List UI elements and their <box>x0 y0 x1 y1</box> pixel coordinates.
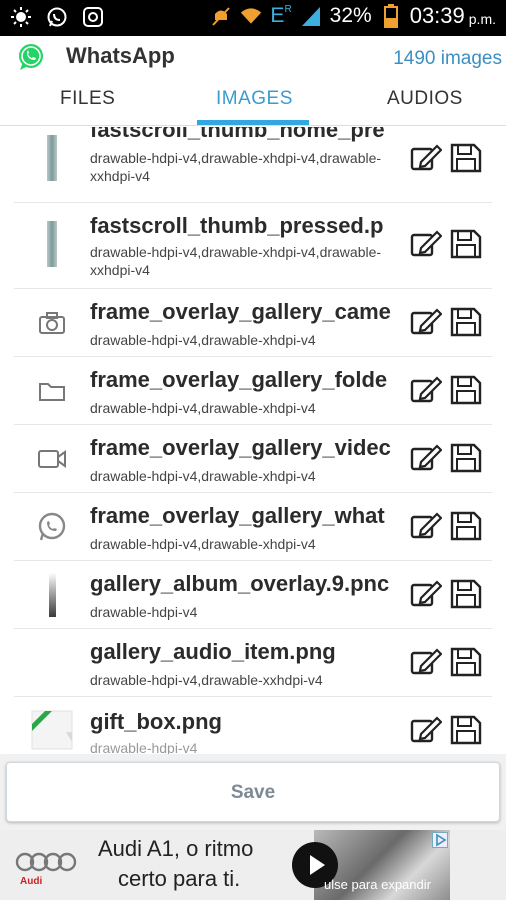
save-file-icon[interactable] <box>450 511 482 541</box>
instagram-icon <box>82 6 104 28</box>
list-item[interactable]: gift_box.png drawable-hdpi-v4 <box>14 697 492 754</box>
list-item[interactable]: frame_overlay_gallery_folde drawable-hdp… <box>14 357 492 425</box>
image-count: 1490 images <box>393 48 502 69</box>
file-name: frame_overlay_gallery_what <box>90 503 385 528</box>
file-name: fastscroll_thumb_pressed.p <box>90 213 384 238</box>
list-item[interactable]: frame_overlay_gallery_came drawable-hdpi… <box>14 289 492 357</box>
save-file-icon[interactable] <box>450 143 482 173</box>
file-dirs: drawable-hdpi-v4 <box>90 604 198 620</box>
mute-icon <box>210 5 232 27</box>
gradient-bar-icon <box>28 571 76 619</box>
tab-files[interactable]: FILES <box>60 88 115 110</box>
file-name: frame_overlay_gallery_folde <box>90 367 388 392</box>
battery-percent: 32% <box>329 4 372 27</box>
brightness-icon <box>10 6 32 28</box>
file-dirs: drawable-hdpi-v4,drawable-xhdpi-v4,drawa… <box>90 244 382 278</box>
clock-time: 03:39 <box>409 3 465 28</box>
edit-icon[interactable] <box>410 647 443 677</box>
network-type: E R <box>270 4 291 28</box>
tab-audios[interactable]: AUDIOS <box>387 88 463 110</box>
list-item[interactable]: gallery_album_overlay.9.pnc drawable-hdp… <box>14 561 492 629</box>
folder-icon <box>28 371 76 411</box>
edit-icon[interactable] <box>410 375 443 405</box>
edit-icon[interactable] <box>410 143 443 173</box>
file-name: gallery_album_overlay.9.pnc <box>90 571 390 596</box>
image-list[interactable]: fastscroll_thumb_home_pre drawable-hdpi-… <box>0 127 506 754</box>
list-item[interactable]: fastscroll_thumb_pressed.p drawable-hdpi… <box>14 203 492 289</box>
save-file-icon[interactable] <box>450 579 482 609</box>
save-file-icon[interactable] <box>450 307 482 337</box>
tab-bar: FILES IMAGES AUDIOS <box>0 78 506 126</box>
file-name: gift_box.png <box>90 709 222 734</box>
list-item[interactable]: gallery_audio_item.png drawable-hdpi-v4,… <box>14 629 492 697</box>
app-bar: WhatsApp 1490 images <box>0 36 506 78</box>
file-dirs: drawable-hdpi-v4,drawable-xhdpi-v4 <box>90 536 316 552</box>
camera-icon <box>28 303 76 343</box>
edit-icon[interactable] <box>410 307 443 337</box>
ad-brand: Audi <box>20 876 43 887</box>
file-name: frame_overlay_gallery_videc <box>90 435 391 460</box>
edit-icon[interactable] <box>410 229 443 259</box>
save-button[interactable]: Save <box>6 762 500 822</box>
save-file-icon[interactable] <box>450 443 482 473</box>
list-item[interactable]: fastscroll_thumb_home_pre drawable-hdpi-… <box>14 127 492 203</box>
wifi-icon <box>240 5 262 27</box>
file-dirs: drawable-hdpi-v4,drawable-xhdpi-v4 <box>90 400 316 416</box>
gift-box-icon <box>28 707 76 751</box>
file-dirs: drawable-hdpi-v4,drawable-xhdpi-v4 <box>90 332 316 348</box>
whatsapp-icon <box>28 507 76 547</box>
save-file-icon[interactable] <box>450 375 482 405</box>
network-letter: E <box>270 4 285 27</box>
ad-headline-1: Audi A1, o ritmo <box>98 836 254 861</box>
save-file-icon[interactable] <box>450 715 482 745</box>
file-dirs: drawable-hdpi-v4 <box>90 740 198 754</box>
file-name: fastscroll_thumb_home_pre <box>90 127 385 142</box>
whatsapp-logo-icon <box>16 42 46 72</box>
battery-icon <box>380 4 402 28</box>
video-camera-icon <box>28 439 76 479</box>
signal-icon <box>300 5 322 27</box>
list-item[interactable]: frame_overlay_gallery_videc drawable-hdp… <box>14 425 492 493</box>
save-button-label: Save <box>230 782 276 803</box>
list-item[interactable]: frame_overlay_gallery_what drawable-hdpi… <box>14 493 492 561</box>
app-title: WhatsApp <box>66 43 175 68</box>
bar-thumb-icon <box>28 219 76 269</box>
file-name: frame_overlay_gallery_came <box>90 299 391 324</box>
ad-expand-text: ulse para expandir <box>324 877 431 892</box>
status-right: E R 32% 03:39 p.m. <box>210 3 496 29</box>
bar-thumb-icon <box>28 133 76 183</box>
edit-icon[interactable] <box>410 715 443 745</box>
ad-choices-icon[interactable] <box>432 832 448 848</box>
save-file-icon[interactable] <box>450 647 482 677</box>
status-left-icons <box>10 6 104 28</box>
file-dirs: drawable-hdpi-v4,drawable-xxhdpi-v4 <box>90 672 323 688</box>
clock-ampm: p.m. <box>468 11 496 27</box>
network-sub: R <box>284 4 292 15</box>
save-file-icon[interactable] <box>450 229 482 259</box>
save-bar: Save <box>0 754 506 830</box>
file-dirs: drawable-hdpi-v4,drawable-xhdpi-v4 <box>90 468 316 484</box>
edit-icon[interactable] <box>410 579 443 609</box>
tab-images[interactable]: IMAGES <box>216 88 293 110</box>
edit-icon[interactable] <box>410 511 443 541</box>
status-bar: E R 32% 03:39 p.m. <box>0 0 506 36</box>
tab-indicator <box>197 120 309 125</box>
file-name: gallery_audio_item.png <box>90 639 336 664</box>
ad-headline-2: certo para ti. <box>118 866 241 891</box>
whatsapp-notification-icon <box>46 6 68 28</box>
edit-icon[interactable] <box>410 443 443 473</box>
ad-banner[interactable]: Audi Audi A1, o ritmo certo para ti. uls… <box>0 830 506 900</box>
file-dirs: drawable-hdpi-v4,drawable-xhdpi-v4,drawa… <box>90 150 382 184</box>
